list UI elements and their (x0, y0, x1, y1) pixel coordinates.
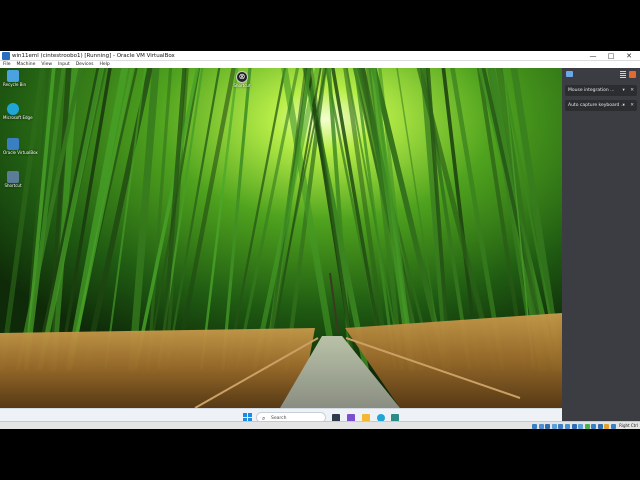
menu-help[interactable]: Help (99, 61, 109, 68)
desktop-icon-app-shortcut[interactable]: ⊗ Shortcut (232, 71, 252, 88)
audio-icon[interactable] (545, 423, 551, 429)
windows-logo-icon (248, 413, 252, 417)
panel-header (562, 68, 640, 82)
capture-icon[interactable] (629, 71, 636, 78)
keyboard-icon[interactable] (597, 423, 603, 429)
virtualbox-app-icon (2, 52, 10, 60)
menu-devices[interactable]: Devices (76, 61, 94, 68)
status-bar: Right Ctrl (0, 421, 640, 429)
desktop-icon-edge[interactable]: Microsoft Edge (3, 103, 33, 120)
screen: win11eml (cintestroobo1) [Running] - Ora… (0, 0, 640, 480)
menu-input[interactable]: Input (58, 61, 70, 68)
notification-mouse-integration[interactable]: Mouse integration ... ▾ ✕ (565, 85, 637, 96)
network-icon[interactable] (551, 423, 557, 429)
virtualbox-window: win11eml (cintestroobo1) [Running] - Ora… (0, 51, 640, 429)
close-icon[interactable]: ✕ (630, 88, 634, 93)
host-key-label: Right Ctrl (619, 423, 638, 428)
panel-pin-icon[interactable] (566, 71, 573, 77)
notification-panel: Mouse integration ... ▾ ✕ Auto capture k… (562, 68, 640, 421)
menu-file[interactable]: File (3, 61, 11, 68)
shortcut-icon (7, 171, 19, 183)
guest-display[interactable]: Recycle Bin Microsoft Edge Oracle Virtua… (0, 68, 562, 408)
display-icon[interactable] (571, 423, 577, 429)
notification-auto-capture-keyboard[interactable]: Auto capture keyboard ... ▾ ✕ (565, 100, 637, 111)
recycle-bin-icon (7, 70, 19, 82)
virtualbox-icon (7, 138, 19, 150)
windows-logo-icon (243, 413, 247, 417)
close-icon[interactable]: ✕ (630, 103, 634, 108)
desktop-icon-shortcut[interactable]: Shortcut (3, 171, 23, 188)
shared-folders-icon[interactable] (564, 423, 570, 429)
bamboo-forest-wallpaper (0, 68, 562, 408)
usb-icon[interactable] (558, 423, 564, 429)
title-bar[interactable]: win11eml (cintestroobo1) [Running] - Ora… (0, 51, 640, 61)
close-button[interactable]: ✕ (620, 51, 638, 61)
maximize-button[interactable]: □ (602, 51, 620, 61)
minimize-button[interactable]: — (584, 51, 602, 61)
desktop-icon-recycle-bin[interactable]: Recycle Bin (3, 70, 26, 87)
menu-view[interactable]: View (41, 61, 52, 68)
expand-icon[interactable]: ▾ (623, 88, 625, 93)
desktop-icon-virtualbox[interactable]: Oracle VirtualBox (3, 138, 38, 155)
recording-icon[interactable] (578, 423, 584, 429)
menu-machine[interactable]: Machine (17, 61, 36, 68)
mouse-integration-icon[interactable] (591, 423, 597, 429)
expand-icon[interactable]: ▾ (623, 103, 625, 108)
arrow-icon[interactable] (604, 423, 610, 429)
app-shortcut-icon: ⊗ (236, 71, 248, 83)
window-title: win11eml (cintestroobo1) [Running] - Ora… (12, 53, 175, 59)
host-key-icon[interactable] (611, 423, 617, 429)
edge-icon (7, 103, 19, 115)
list-icon[interactable] (620, 71, 626, 78)
cpu-icon[interactable] (584, 423, 590, 429)
optical-drive-icon[interactable] (538, 423, 544, 429)
menu-bar: File Machine View Input Devices Help (0, 61, 640, 68)
hard-disk-icon[interactable] (531, 423, 537, 429)
